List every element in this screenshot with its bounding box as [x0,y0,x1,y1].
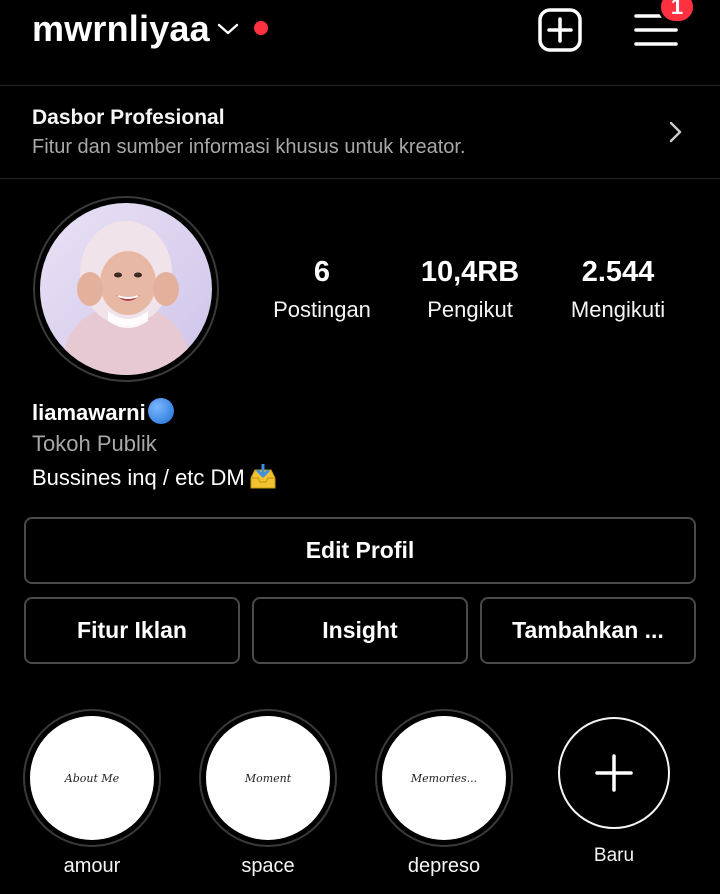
posts-stat[interactable]: 6 Postingan [262,256,382,323]
highlight-label: depreso [407,855,481,877]
new-highlight-label: Baru [593,845,635,866]
account-username[interactable]: mwrnliyaa [32,8,210,50]
following-stat[interactable]: 2.544 Mengikuti [555,256,681,323]
followers-stat[interactable]: 10,4RB Pengikut [405,256,535,323]
highlight-label: amour [63,855,121,877]
add-more-button[interactable]: Tambahkan ... [480,597,696,664]
following-count: 2.544 [581,256,655,288]
followers-count: 10,4RB [420,256,520,288]
new-highlight-circle [558,717,670,829]
avatar[interactable] [40,203,212,375]
highlight-ring: About Me [23,709,161,847]
profile-category: Tokoh Publik [32,431,157,456]
plus-icon [595,754,633,792]
blue-circle-icon [147,398,174,424]
edit-profile-button[interactable]: Edit Profil [24,517,696,584]
create-post-icon[interactable] [536,6,584,54]
insights-button[interactable]: Insight [252,597,468,664]
chevron-down-icon[interactable] [216,20,240,38]
highlight-cover: About Me [30,716,154,840]
status-dot [254,21,268,35]
highlight-item[interactable]: Memories... depreso [374,709,514,878]
ad-tools-button[interactable]: Fitur Iklan [24,597,240,664]
highlight-item[interactable]: About Me amour [22,709,162,878]
inbox-tray-icon [250,464,276,489]
top-bar: mwrnliyaa 1 [0,0,720,62]
bio-text: Bussines inq / etc DM [32,465,245,490]
new-highlight-button[interactable]: Baru [558,717,670,867]
posts-label: Postingan [273,297,371,322]
divider [0,178,720,179]
dashboard-title: Dasbor Profesional [32,106,225,129]
highlight-ring: Memories... [375,709,513,847]
highlight-item[interactable]: Moment space [198,709,338,878]
highlight-label: space [241,855,295,877]
highlight-cover: Memories... [382,716,506,840]
display-name-row: liamawarni [32,398,174,426]
bio-row: Bussines inq / etc DM [32,464,277,491]
highlight-cover: Moment [206,716,330,840]
profile-screen: mwrnliyaa 1 Dasbor Profesional Fitur dan… [0,0,720,894]
highlight-ring: Moment [199,709,337,847]
display-name: liamawarni [32,400,146,425]
avatar-photo [40,203,212,375]
followers-label: Pengikut [427,297,513,322]
following-label: Mengikuti [570,297,666,322]
dashboard-subtitle: Fitur dan sumber informasi khusus untuk … [32,136,466,158]
chevron-right-icon [669,121,682,143]
notification-badge: 1 [658,0,696,24]
professional-dashboard-link[interactable]: Dasbor Profesional Fitur dan sumber info… [0,86,720,178]
posts-count: 6 [313,256,331,288]
